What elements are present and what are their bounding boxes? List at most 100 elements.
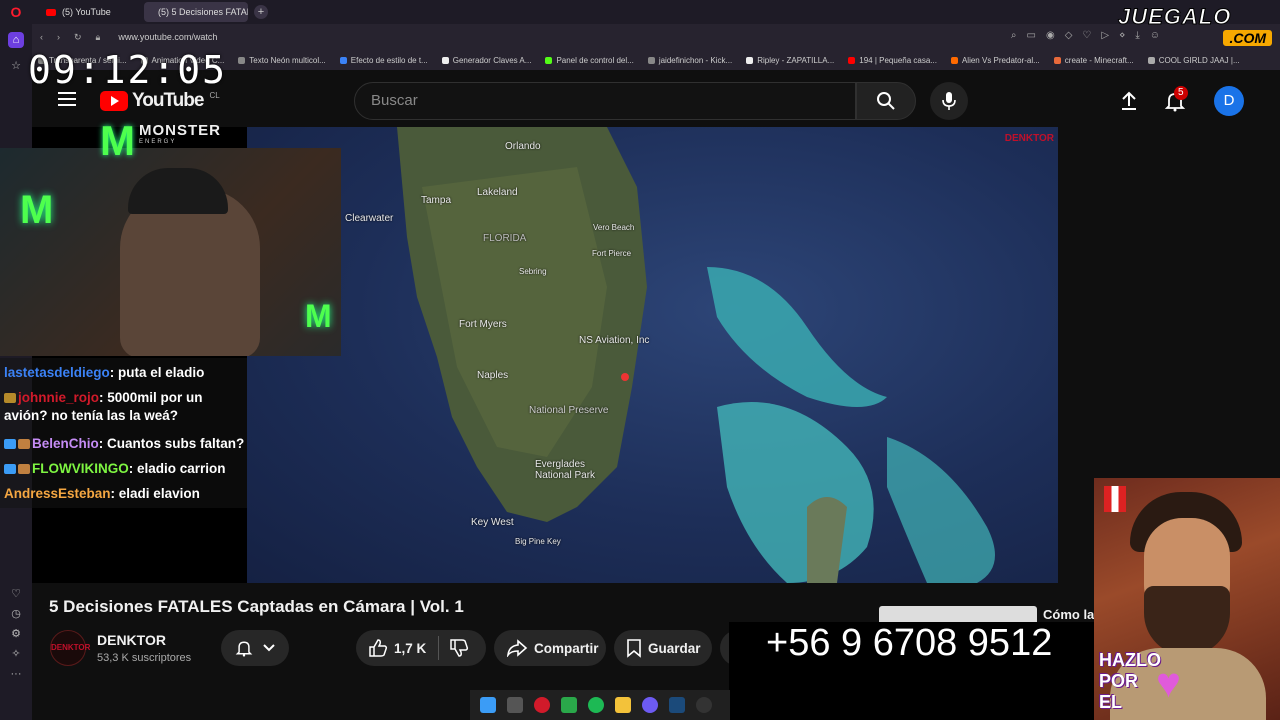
account-avatar[interactable]: D bbox=[1214, 86, 1244, 116]
map-label: Tampa bbox=[421, 195, 452, 206]
map-label: NS Aviation, Inc bbox=[579, 335, 650, 346]
monster-energy-logo: M MONSTER ENERGY bbox=[100, 117, 221, 164]
peru-flag-icon bbox=[1104, 486, 1126, 512]
bookmark-icon bbox=[627, 639, 641, 658]
discord-icon[interactable] bbox=[642, 697, 658, 713]
chat-badge-icon bbox=[4, 393, 16, 404]
like-count[interactable]: 1,7 K bbox=[394, 641, 426, 656]
tab-youtube[interactable]: (5) YouTube bbox=[38, 2, 138, 22]
chat-message: BelenChio: Cuantos subs faltan? bbox=[4, 435, 244, 453]
heart-icon[interactable]: ♡ bbox=[1082, 30, 1091, 41]
map-label: Sebring bbox=[519, 267, 547, 276]
home-icon[interactable]: ⌂ bbox=[8, 32, 24, 48]
video-frame-map[interactable]: DENKTOR Orlando Tampa Lakeland Clearwate… bbox=[247, 127, 1058, 583]
chat-badge-icon bbox=[4, 439, 16, 450]
search-input[interactable]: Buscar bbox=[354, 82, 856, 120]
obs-icon[interactable] bbox=[696, 697, 712, 713]
bookmark-item[interactable]: Alien Vs Predator-al... bbox=[950, 56, 1040, 65]
chat-message: lastetasdeldiego: puta el eladio bbox=[4, 365, 205, 380]
mic-icon bbox=[942, 92, 956, 110]
back-icon[interactable]: ‹ bbox=[40, 32, 43, 42]
menu-icon[interactable] bbox=[58, 92, 76, 106]
youtube-favicon-icon bbox=[46, 8, 56, 16]
bookmark-item[interactable]: Efecto de estilo de t... bbox=[339, 56, 428, 65]
chat-badge-icon bbox=[4, 464, 16, 475]
like-dislike-group: 1,7 K bbox=[356, 630, 486, 666]
monster-can-icon: M bbox=[20, 188, 54, 232]
bookmark-item[interactable]: Texto Neón multicol... bbox=[238, 56, 326, 65]
search-button[interactable] bbox=[856, 82, 916, 120]
opera-logo-icon[interactable]: O bbox=[0, 0, 32, 24]
phone-number-overlay: +56 9 6708 9512 bbox=[766, 622, 1053, 664]
map-label: Fort Myers bbox=[459, 319, 507, 330]
windows-start-icon[interactable] bbox=[480, 697, 496, 713]
lightbulb-icon[interactable]: ✧ bbox=[8, 646, 24, 662]
subscribed-button[interactable] bbox=[221, 630, 289, 666]
channel-subscribers: 53,3 K suscriptores bbox=[97, 652, 192, 664]
xbox-icon[interactable] bbox=[561, 697, 577, 713]
pin-icon[interactable]: ☆ bbox=[8, 58, 24, 74]
bookmark-item[interactable]: COOL GIRLD JAAJ |... bbox=[1147, 56, 1240, 65]
chat-badge-icon bbox=[18, 464, 30, 475]
forward-icon[interactable]: › bbox=[57, 32, 60, 42]
video-title: 5 Decisiones FATALES Captadas en Cámara … bbox=[49, 597, 464, 616]
bookmark-item[interactable]: 194 | Pequeña casa... bbox=[848, 56, 937, 65]
steam-icon[interactable] bbox=[669, 697, 685, 713]
settings-icon[interactable]: ⚙ bbox=[8, 626, 24, 642]
bookmark-item[interactable]: jaidefinichon - Kick... bbox=[647, 56, 732, 65]
spotify-icon[interactable] bbox=[588, 697, 604, 713]
florida-map-graphic bbox=[397, 127, 995, 583]
channel-name[interactable]: DENKTOR bbox=[97, 632, 166, 648]
channel-avatar[interactable]: DENKTOR bbox=[50, 630, 90, 666]
chat-message: AndressEsteban: eladi elavion bbox=[4, 486, 200, 501]
map-label: FLORIDA bbox=[483, 233, 527, 244]
bell-icon bbox=[235, 641, 253, 657]
like-icon[interactable] bbox=[368, 638, 388, 658]
tab-label: (5) YouTube bbox=[62, 7, 111, 17]
bookmark-item[interactable]: Panel de control del... bbox=[545, 56, 634, 65]
file-explorer-icon[interactable] bbox=[615, 697, 631, 713]
voice-search-button[interactable] bbox=[930, 82, 968, 120]
translate-icon[interactable]: ▭ bbox=[1027, 30, 1036, 41]
search-icon[interactable]: ⌕ bbox=[1011, 30, 1017, 41]
heart-icon[interactable]: ♡ bbox=[8, 586, 24, 602]
bookmark-item[interactable]: create - Minecraft... bbox=[1053, 56, 1134, 65]
new-tab-button[interactable]: + bbox=[254, 5, 268, 19]
address-bar: ‹ › ↻ 🔒︎ www.youtube.com/watch ⌕ ▭ ◉ ◇ ♡… bbox=[32, 24, 1280, 50]
dislike-icon[interactable] bbox=[449, 638, 469, 658]
bookmark-item[interactable]: Ripley - ZAPATILLA... bbox=[746, 56, 834, 65]
more-icon[interactable]: ··· bbox=[8, 666, 24, 682]
windows-taskbar bbox=[470, 690, 730, 720]
tab-video[interactable]: (5) 5 Decisiones FATAL bbox=[144, 2, 248, 22]
map-label: Key West bbox=[471, 517, 514, 528]
map-label: Clearwater bbox=[345, 213, 394, 224]
bookmark-item[interactable]: Generador Claves A... bbox=[441, 56, 531, 65]
opera-taskbar-icon[interactable] bbox=[534, 697, 550, 713]
task-view-icon[interactable] bbox=[507, 697, 523, 713]
divider bbox=[438, 636, 440, 660]
tab-label: (5) 5 Decisiones FATAL bbox=[158, 7, 248, 17]
url-field[interactable]: www.youtube.com/watch bbox=[118, 32, 217, 42]
share-button[interactable]: Compartir bbox=[494, 630, 606, 666]
upload-icon[interactable] bbox=[1118, 90, 1140, 112]
youtube-wordmark: YouTube bbox=[132, 90, 204, 111]
save-button[interactable]: Guardar bbox=[614, 630, 712, 666]
shield-icon[interactable]: ◇ bbox=[1065, 30, 1073, 41]
map-label: National Preserve bbox=[529, 405, 609, 416]
reload-icon[interactable]: ↻ bbox=[74, 32, 82, 43]
lock-icon: 🔒︎ bbox=[95, 31, 101, 42]
map-label: Everglades National Park bbox=[535, 459, 596, 481]
history-icon[interactable]: ◷ bbox=[8, 606, 24, 622]
youtube-logo[interactable]: YouTube CL bbox=[100, 90, 220, 112]
map-label: Fort Pierce bbox=[592, 249, 632, 258]
notifications-badge: 5 bbox=[1174, 86, 1188, 100]
chat-badge-icon bbox=[18, 439, 30, 450]
next-video-title[interactable]: Cómo la bbox=[1043, 607, 1094, 622]
play-icon[interactable]: ▷ bbox=[1101, 30, 1109, 41]
map-label: Naples bbox=[477, 370, 509, 381]
monster-can-icon: M bbox=[305, 298, 332, 334]
monster-claw-icon: M bbox=[100, 117, 135, 164]
camera-icon[interactable]: ◉ bbox=[1046, 30, 1055, 41]
juegalo-logo: JUEGALO .COM bbox=[1118, 4, 1278, 48]
chevron-down-icon bbox=[263, 644, 275, 652]
